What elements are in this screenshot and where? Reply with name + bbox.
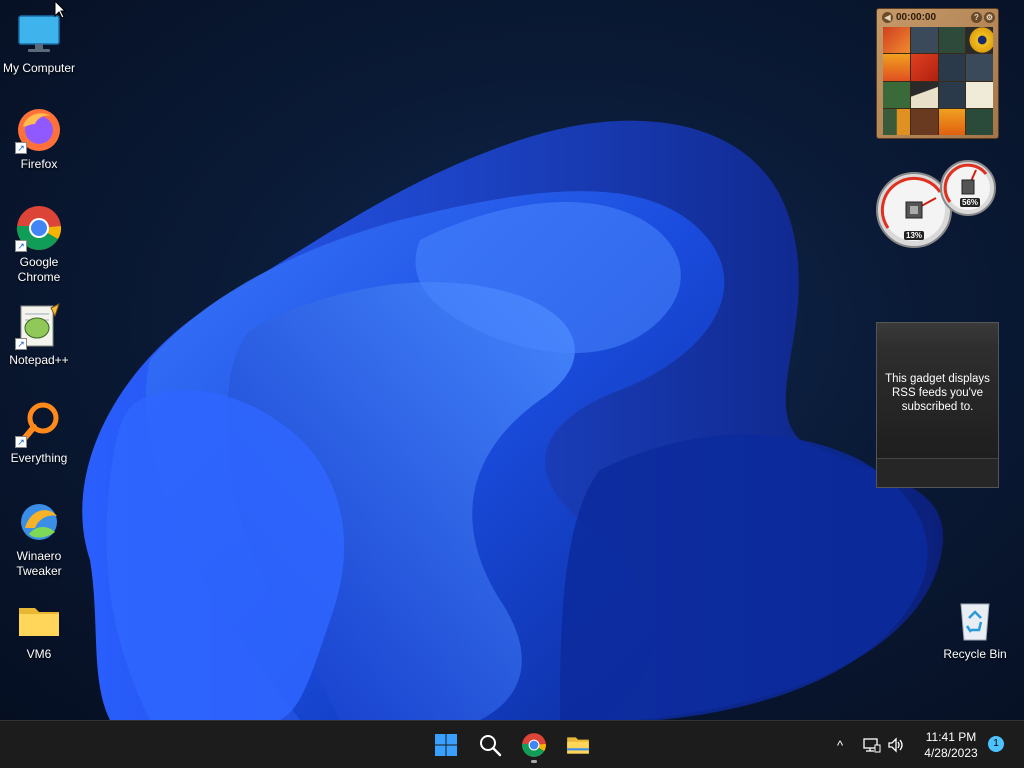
- puzzle-tile[interactable]: [883, 54, 910, 81]
- desktop-icon-notepadpp[interactable]: ↗ Notepad++: [1, 302, 77, 368]
- notification-badge[interactable]: 1: [988, 736, 1004, 752]
- desktop-icon-label: Winaero Tweaker: [16, 549, 62, 578]
- puzzle-grid: [883, 27, 993, 135]
- taskbar-chrome-button[interactable]: [516, 727, 552, 763]
- puzzle-toolbar: ◀ 00:00:00 ? ⚙: [877, 9, 998, 25]
- desktop-icon-firefox[interactable]: ↗ Firefox: [1, 106, 77, 172]
- chrome-icon: ↗: [15, 204, 63, 252]
- shortcut-arrow-icon: ↗: [15, 436, 27, 448]
- show-hidden-icons-button[interactable]: ^: [830, 735, 850, 755]
- firefox-icon: ↗: [15, 106, 63, 154]
- puzzle-timer: 00:00:00: [896, 11, 937, 23]
- desktop-icon-everything[interactable]: ↗ Everything: [1, 400, 77, 466]
- volume-icon[interactable]: [886, 735, 906, 755]
- rss-footer: [877, 458, 998, 487]
- puzzle-tile[interactable]: [966, 54, 993, 81]
- clock-date: 4/28/2023: [924, 746, 978, 760]
- rss-message: This gadget displays RSS feeds you've su…: [885, 373, 990, 413]
- folder-icon: [15, 596, 63, 644]
- puzzle-tile[interactable]: [883, 27, 910, 54]
- puzzle-tile[interactable]: [910, 108, 938, 135]
- winaero-icon: [15, 498, 63, 546]
- puzzle-tile[interactable]: [910, 27, 938, 54]
- file-explorer-button[interactable]: [560, 727, 596, 763]
- puzzle-tile[interactable]: [966, 27, 993, 54]
- puzzle-tile[interactable]: [966, 108, 993, 135]
- desktop-icon-vm6-folder[interactable]: VM6: [1, 596, 77, 662]
- search-magnifier-icon: ↗: [15, 400, 63, 448]
- settings-icon[interactable]: ⚙: [984, 11, 995, 23]
- desktop-icon-label: My Computer: [2, 61, 76, 75]
- desktop-icon-label: VM6: [26, 647, 52, 661]
- cpu-usage-value: 13%: [904, 231, 925, 240]
- puzzle-tile[interactable]: [910, 54, 938, 81]
- shortcut-arrow-icon: ↗: [15, 142, 27, 154]
- taskbar: ^ 11:41 PM 4/28/2023: [0, 720, 1024, 768]
- desktop-icon-label: Google Chrome: [17, 255, 61, 284]
- shortcut-arrow-icon: ↗: [15, 338, 27, 350]
- desktop-icon-recycle-bin[interactable]: Recycle Bin: [937, 596, 1013, 662]
- chrome-icon: [522, 733, 546, 757]
- desktop-icon-label: Firefox: [20, 157, 58, 171]
- rss-feed-gadget[interactable]: This gadget displays RSS feeds you've su…: [876, 322, 999, 488]
- puzzle-tile[interactable]: [910, 81, 938, 108]
- picture-puzzle-gadget[interactable]: ◀ 00:00:00 ? ⚙: [876, 8, 999, 139]
- puzzle-tile[interactable]: [966, 81, 993, 108]
- desktop-icon-google-chrome[interactable]: ↗ Google Chrome: [1, 204, 77, 285]
- desktop-icon-label: Notepad++: [9, 353, 69, 367]
- taskbar-clock[interactable]: 11:41 PM 4/28/2023: [912, 729, 990, 761]
- puzzle-tile[interactable]: [938, 27, 966, 54]
- cpu-meter-dials: [876, 160, 996, 248]
- help-icon[interactable]: ?: [971, 11, 982, 23]
- back-icon[interactable]: ◀: [882, 11, 893, 23]
- chevron-up-icon: ^: [836, 737, 844, 753]
- puzzle-tile[interactable]: [938, 108, 966, 135]
- desktop[interactable]: My Computer ↗ Firefox ↗ Google Chrome ↗ …: [0, 0, 1024, 720]
- clock-time: 11:41 PM: [925, 730, 977, 744]
- search-icon: [480, 735, 502, 757]
- start-button[interactable]: [428, 727, 464, 763]
- mouse-cursor-icon: [54, 0, 66, 19]
- recycle-bin-icon: [951, 596, 999, 644]
- start-icon: [435, 734, 457, 756]
- puzzle-tile[interactable]: [883, 81, 910, 108]
- network-icon[interactable]: [862, 735, 882, 755]
- cpu-meter-gadget[interactable]: 13% 56%: [876, 158, 1000, 250]
- shortcut-arrow-icon: ↗: [15, 240, 27, 252]
- notepadpp-icon: ↗: [15, 302, 63, 350]
- desktop-icon-winaero-tweaker[interactable]: Winaero Tweaker: [1, 498, 77, 579]
- search-button[interactable]: [472, 727, 508, 763]
- running-indicator: [531, 760, 537, 763]
- puzzle-tile[interactable]: [883, 108, 910, 135]
- memory-usage-value: 56%: [960, 198, 981, 207]
- wallpaper-bloom: [82, 120, 944, 720]
- desktop-icon-label: Recycle Bin: [943, 647, 1007, 661]
- desktop-icon-label: Everything: [10, 451, 68, 465]
- puzzle-tile[interactable]: [938, 54, 966, 81]
- file-explorer-icon: [567, 737, 589, 754]
- puzzle-tile[interactable]: [938, 81, 966, 108]
